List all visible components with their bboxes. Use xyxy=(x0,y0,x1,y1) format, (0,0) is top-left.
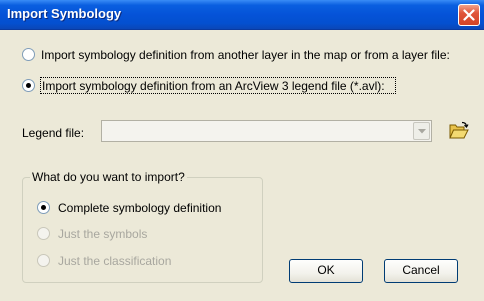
legend-file-dropdown-button[interactable] xyxy=(413,122,430,140)
import-options-group-title: What do you want to import? xyxy=(30,170,187,184)
title-bar: Import Symbology xyxy=(0,0,484,30)
legend-file-combobox[interactable] xyxy=(101,120,432,142)
radio-from-layer[interactable] xyxy=(22,48,35,61)
radio-complete-definition[interactable] xyxy=(37,201,50,214)
close-button[interactable] xyxy=(458,4,480,26)
legend-file-label: Legend file: xyxy=(22,126,85,140)
ok-button[interactable]: OK xyxy=(289,259,363,283)
window-title: Import Symbology xyxy=(7,6,122,21)
radio-from-avl-label[interactable]: Import symbology definition from an ArcV… xyxy=(42,79,385,93)
browse-folder-button[interactable] xyxy=(447,119,471,142)
radio-just-symbols[interactable] xyxy=(37,227,50,240)
cancel-button[interactable]: Cancel xyxy=(384,259,458,283)
open-folder-icon xyxy=(449,121,469,139)
radio-from-avl[interactable] xyxy=(22,79,35,92)
radio-just-classification[interactable] xyxy=(37,254,50,267)
close-icon xyxy=(463,9,475,21)
radio-just-symbols-label[interactable]: Just the symbols xyxy=(58,227,147,241)
radio-complete-definition-label[interactable]: Complete symbology definition xyxy=(58,201,221,215)
chevron-down-icon xyxy=(418,129,426,134)
radio-from-layer-label[interactable]: Import symbology definition from another… xyxy=(41,48,450,62)
radio-just-classification-label[interactable]: Just the classification xyxy=(58,254,171,268)
